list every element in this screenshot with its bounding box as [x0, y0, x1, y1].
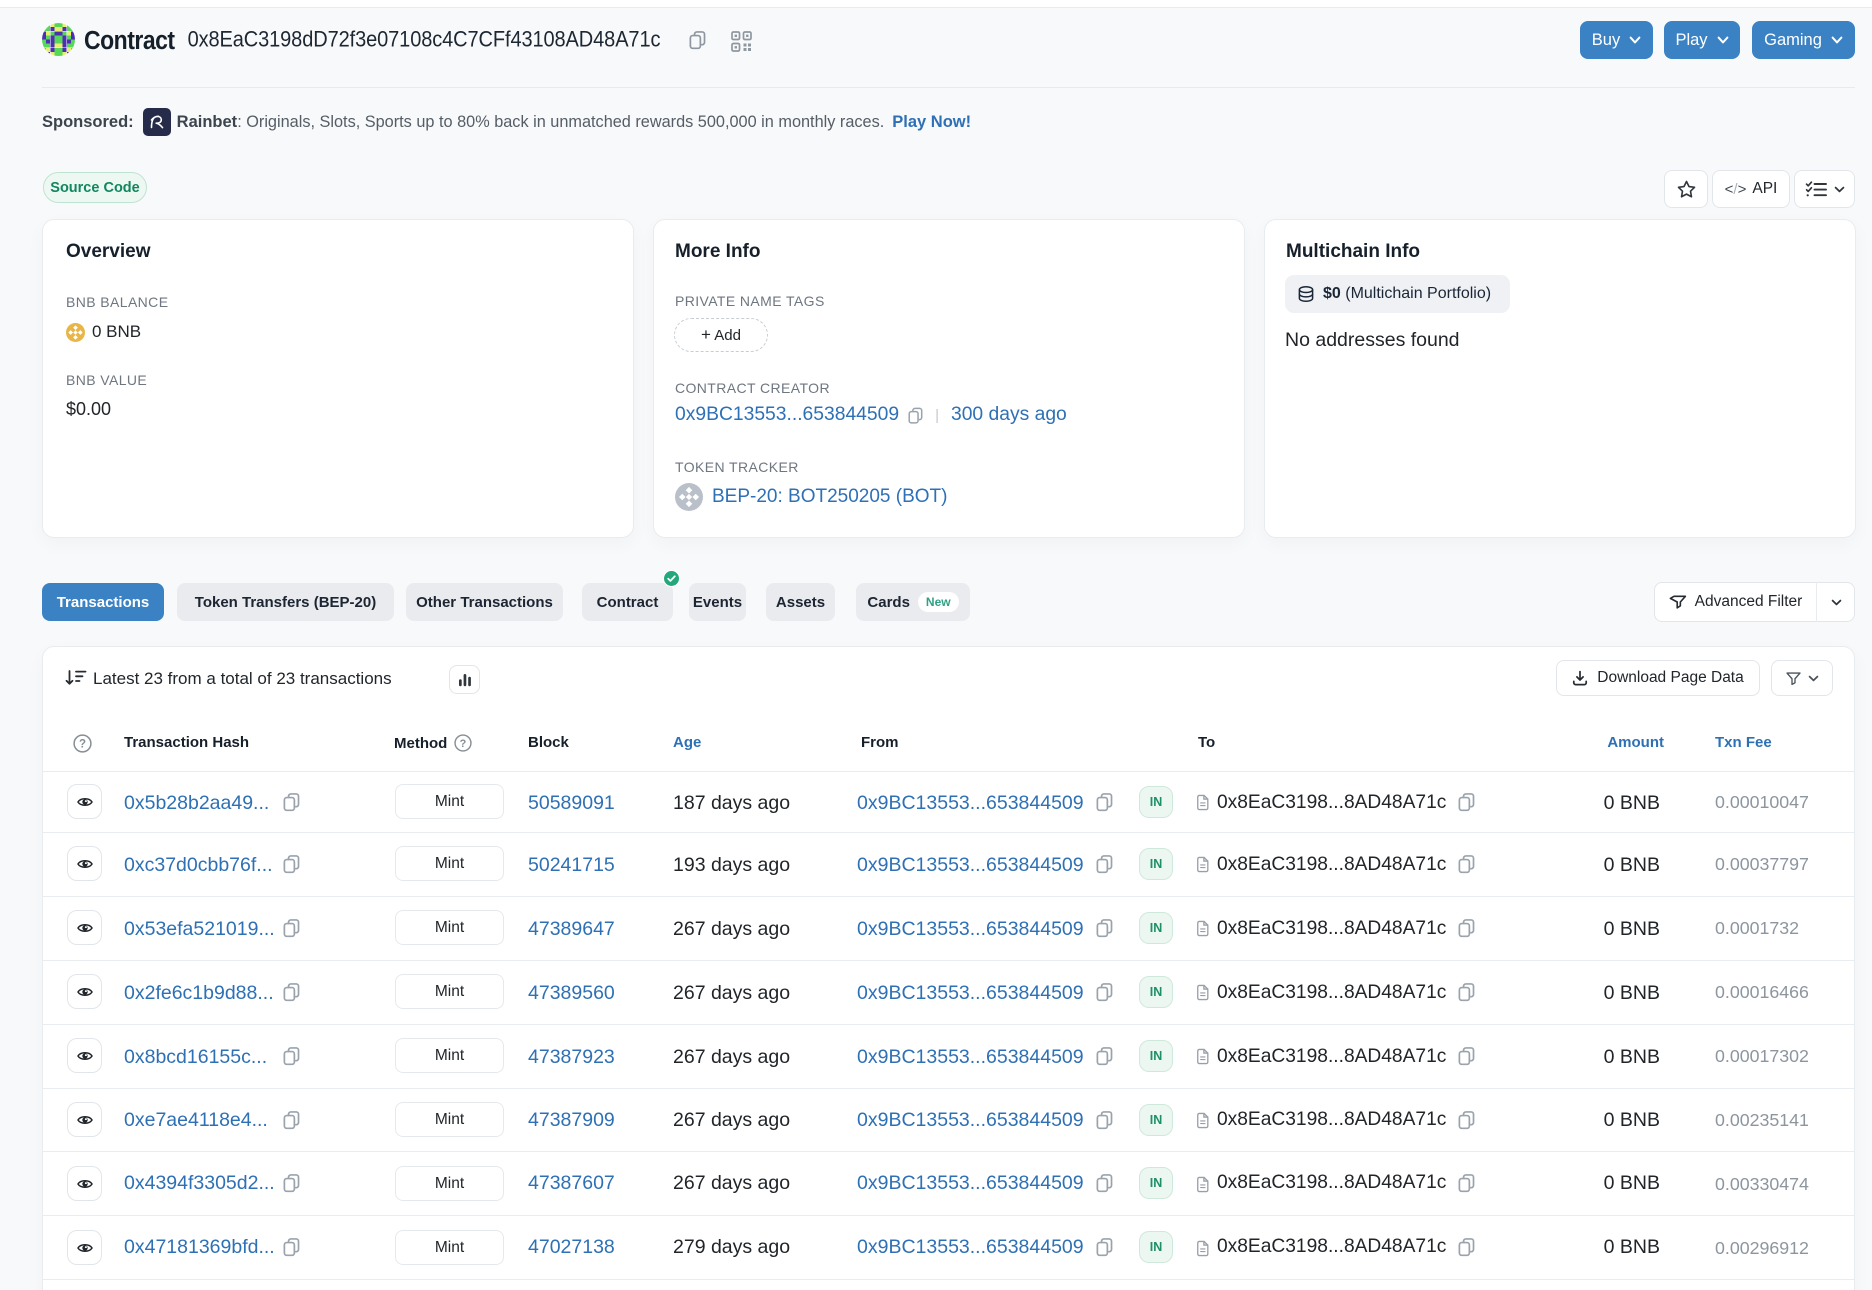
svg-text:?: ? [79, 739, 86, 751]
svg-text:?: ? [460, 738, 467, 750]
